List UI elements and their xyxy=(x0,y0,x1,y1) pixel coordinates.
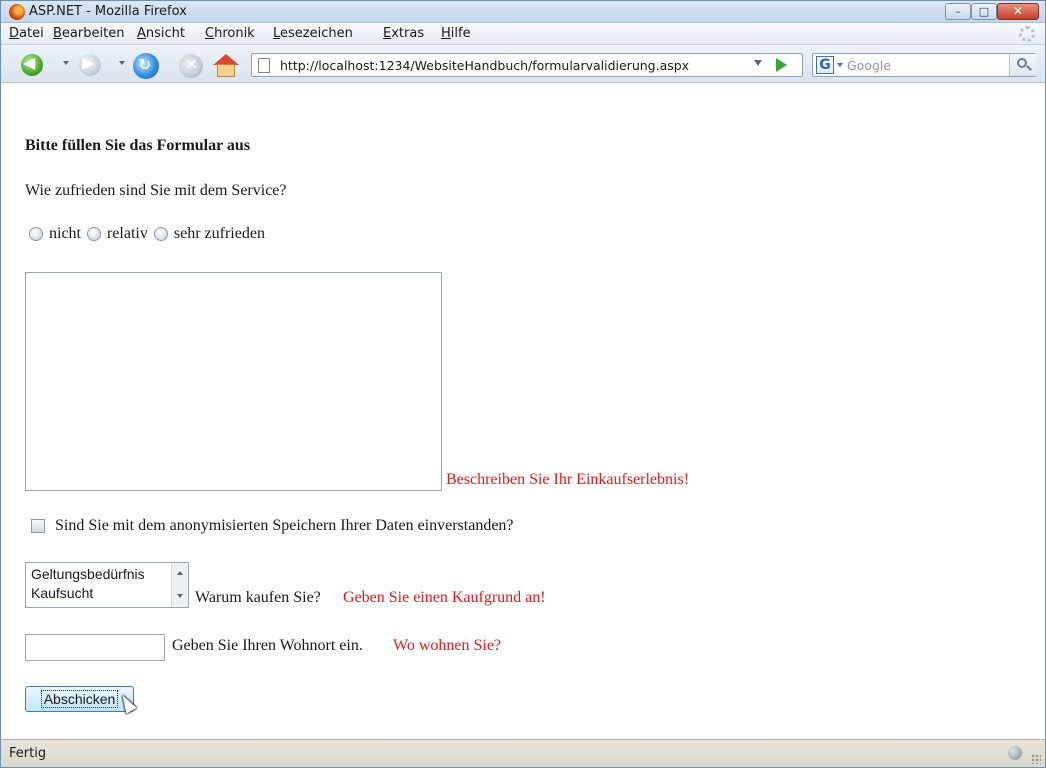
forward-history-dropdown-icon[interactable] xyxy=(119,61,125,65)
submit-label: Abschicken xyxy=(40,690,119,708)
title-bar: ASP.NET - Mozilla Firefox – □ ✕ xyxy=(1,1,1045,23)
url-bar[interactable]: http://localhost:1234/WebsiteHandbuch/fo… xyxy=(251,53,803,77)
radio-label-sehr-zufrieden[interactable]: sehr zufrieden xyxy=(174,225,265,243)
reason-option[interactable]: Kaufsucht xyxy=(31,585,93,601)
browser-window: ASP.NET - Mozilla Firefox – □ ✕ Datei Be… xyxy=(0,0,1046,768)
listbox-scrollbar[interactable] xyxy=(171,563,188,607)
reason-listbox[interactable]: Geltungsbedürfnis Kaufsucht xyxy=(25,562,189,608)
maximize-button[interactable]: □ xyxy=(971,3,997,20)
minimize-icon: – xyxy=(955,5,961,18)
menu-ansicht[interactable]: Ansicht xyxy=(137,26,185,41)
minimize-button[interactable]: – xyxy=(945,3,971,20)
consent-label[interactable]: Sind Sie mit dem anonymisierten Speicher… xyxy=(55,517,514,535)
search-input[interactable]: Google xyxy=(847,58,891,73)
radio-relativ[interactable] xyxy=(87,227,101,241)
resize-grip-icon[interactable] xyxy=(1031,754,1041,764)
menu-bearbeiten[interactable]: Bearbeiten xyxy=(53,26,124,41)
radio-nicht[interactable] xyxy=(29,227,43,241)
status-bar: Fertig xyxy=(1,739,1045,767)
page-content: Bitte füllen Sie das Formular aus Wie zu… xyxy=(1,84,1045,739)
home-button[interactable] xyxy=(213,54,239,78)
forward-arrow-icon: ▶ xyxy=(82,55,95,72)
form-heading: Bitte füllen Sie das Formular aus xyxy=(25,137,251,154)
engine-dropdown-icon[interactable] xyxy=(837,63,843,67)
back-arrow-icon: ◀ xyxy=(23,55,36,72)
reason-error-message: Geben Sie einen Kaufgrund an! xyxy=(343,589,546,606)
menu-chronik[interactable]: Chronik xyxy=(205,26,255,41)
city-label: Geben Sie Ihren Wohnort ein. xyxy=(172,637,363,654)
google-engine-icon[interactable]: G xyxy=(816,56,834,74)
scroll-down-icon[interactable] xyxy=(177,594,183,598)
status-text: Fertig xyxy=(9,746,47,761)
consent-row: Sind Sie mit dem anonymisierten Speicher… xyxy=(31,517,514,535)
radio-sehr-zufrieden[interactable] xyxy=(153,227,168,241)
menu-lesezeichen[interactable]: Lesezeichen xyxy=(273,26,353,41)
search-bar[interactable]: G Google xyxy=(812,53,1036,77)
go-button[interactable] xyxy=(776,58,787,72)
menu-datei[interactable]: Datei xyxy=(9,26,44,41)
satisfaction-radio-group: nicht relativ sehr zufrieden xyxy=(29,225,271,243)
scroll-up-icon[interactable] xyxy=(177,571,183,575)
navigation-toolbar: ◀ ▶ ↻ ✕ http://localhost:1234/WebsiteHan… xyxy=(1,45,1045,83)
search-button[interactable] xyxy=(1009,54,1036,76)
city-error-message: Wo wohnen Sie? xyxy=(393,637,502,654)
maximize-icon: □ xyxy=(978,5,990,18)
menu-bar: Datei Bearbeiten Ansicht Chronik Lesezei… xyxy=(1,23,1045,45)
back-history-dropdown-icon[interactable] xyxy=(63,61,69,65)
menu-hilfe[interactable]: Hilfe xyxy=(441,26,471,41)
stop-icon: ✕ xyxy=(186,57,198,73)
throbber-icon xyxy=(1019,26,1035,42)
city-input[interactable] xyxy=(25,634,165,661)
reason-option[interactable]: Geltungsbedürfnis xyxy=(31,566,145,582)
service-question: Wie zufrieden sind Sie mit dem Service? xyxy=(25,182,287,199)
comment-textarea[interactable] xyxy=(25,272,442,491)
reason-label: Warum kaufen Sie? xyxy=(195,589,321,606)
reload-icon: ↻ xyxy=(138,55,152,74)
page-icon xyxy=(258,58,270,73)
comment-error-message: Beschreiben Sie Ihr Einkaufserlebnis! xyxy=(446,471,690,488)
consent-checkbox[interactable] xyxy=(31,519,45,533)
radio-label-relativ[interactable]: relativ xyxy=(107,225,148,243)
radio-label-nicht[interactable]: nicht xyxy=(49,225,81,243)
close-icon: ✕ xyxy=(1012,4,1024,18)
firefox-icon xyxy=(9,4,25,20)
security-status-icon xyxy=(1008,746,1022,760)
close-button[interactable]: ✕ xyxy=(997,3,1039,20)
menu-extras[interactable]: Extras xyxy=(383,26,424,41)
url-history-dropdown-icon[interactable] xyxy=(754,60,762,66)
url-text[interactable]: http://localhost:1234/WebsiteHandbuch/fo… xyxy=(280,58,689,73)
window-title: ASP.NET - Mozilla Firefox xyxy=(29,4,187,19)
